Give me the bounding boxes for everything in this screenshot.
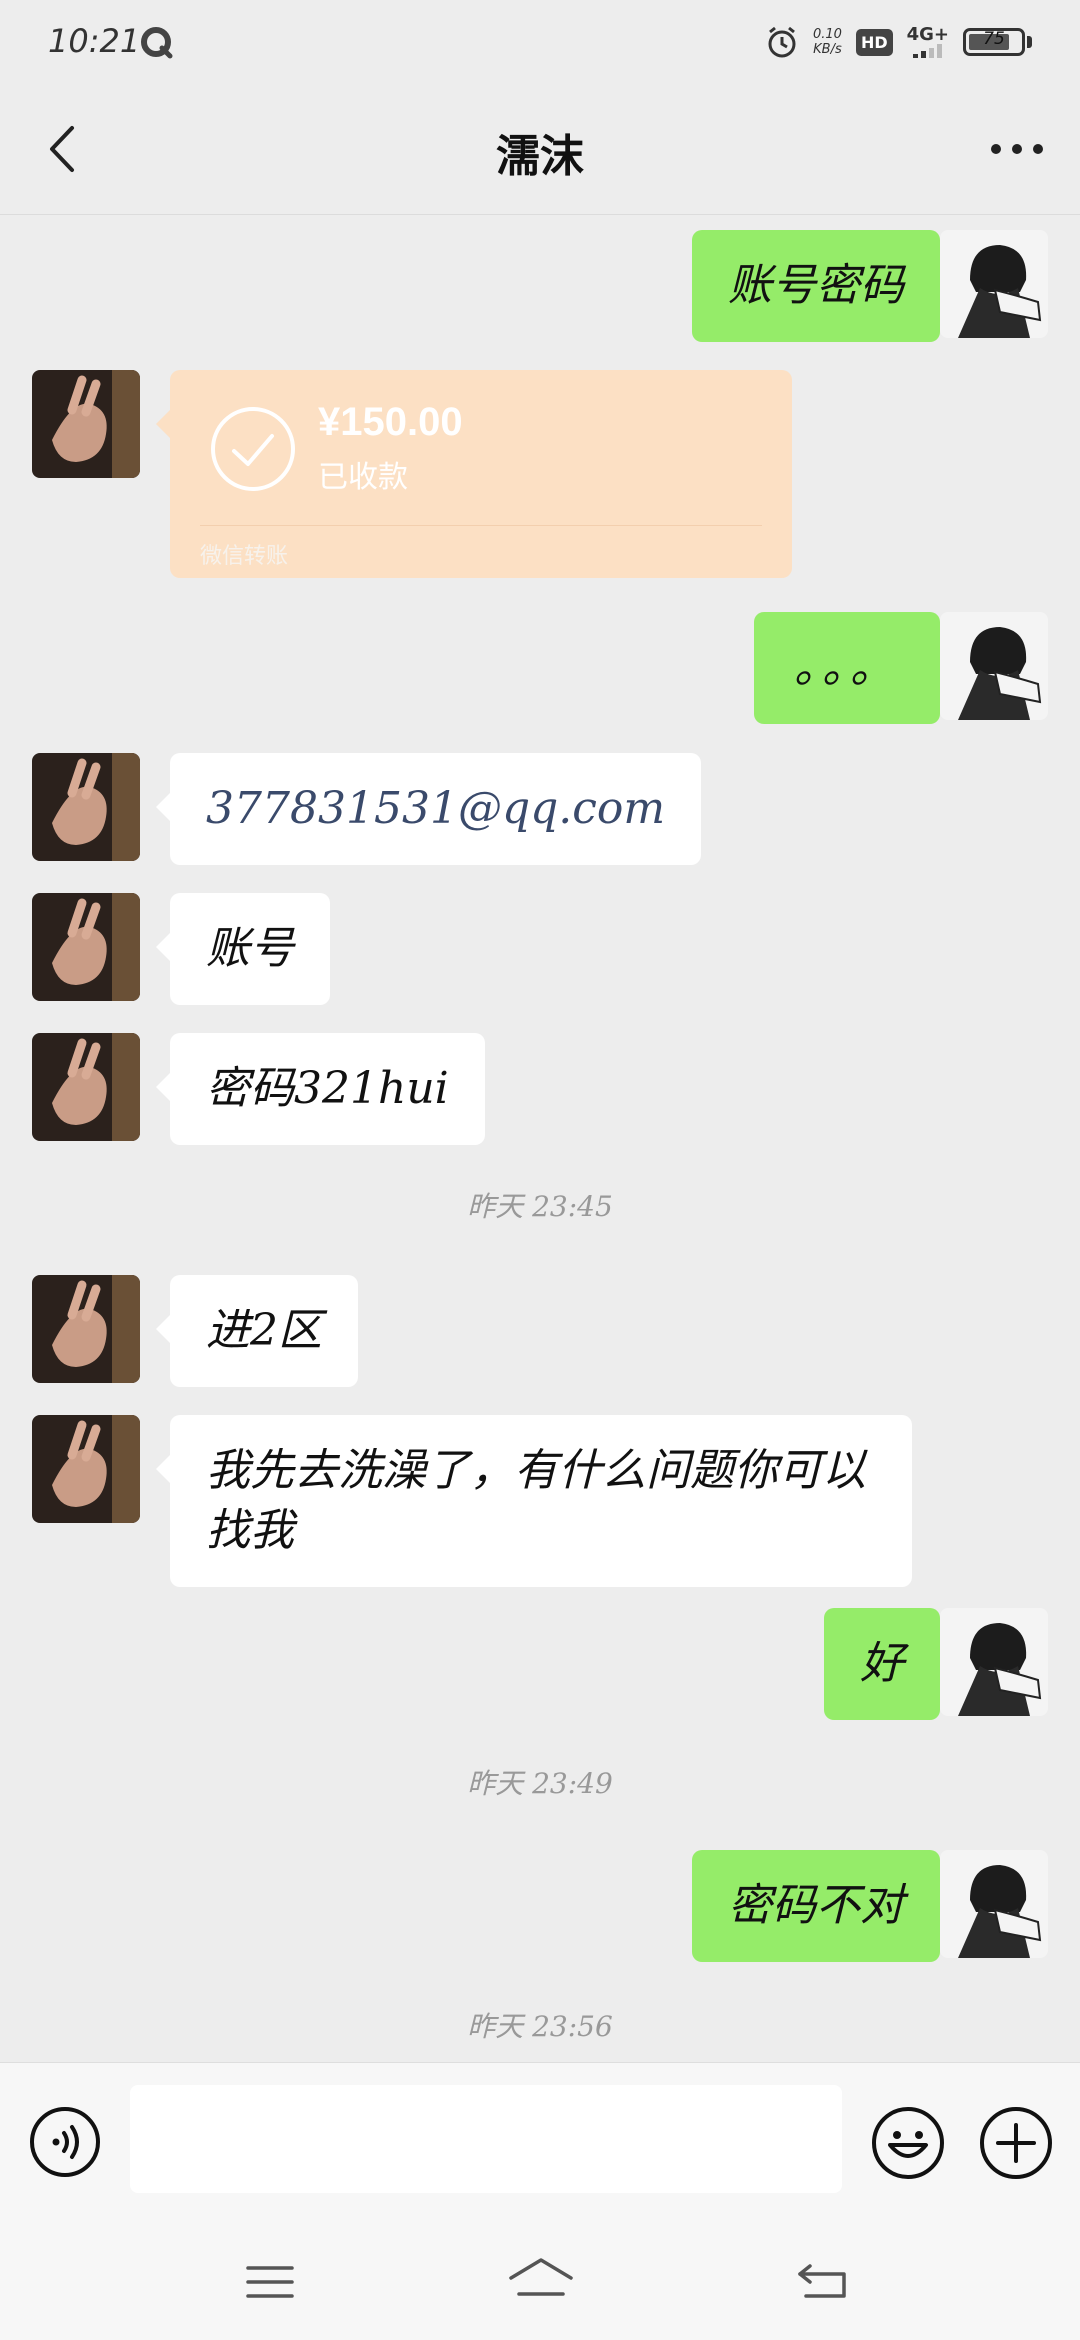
menu-icon[interactable]: [240, 2252, 300, 2312]
network-speed-value: 0.10: [812, 27, 842, 42]
system-nav-bar: [0, 2222, 1080, 2340]
back-icon[interactable]: [792, 2250, 854, 2310]
status-time: 10:21: [48, 22, 141, 60]
timestamp-label: 昨天 23:45: [467, 1190, 613, 1223]
hd-badge: HD: [855, 28, 893, 56]
contact-avatar[interactable]: [32, 893, 140, 1001]
contact-avatar[interactable]: [32, 1033, 140, 1141]
my-avatar[interactable]: [940, 230, 1048, 338]
message-bubble-outgoing[interactable]: 好: [824, 1608, 954, 1720]
network-type: 4G+: [906, 24, 949, 45]
transfer-amount: ¥150.00: [318, 400, 463, 444]
status-icons: 0.10 KB/s HD 4G+ 75: [765, 20, 1032, 64]
battery-level: 75: [983, 29, 1005, 49]
transfer-source: 微信转账: [200, 544, 289, 569]
network-speed: 0.10 KB/s: [813, 27, 842, 57]
check-circle-icon: [211, 407, 295, 491]
status-bar: 10:21 0.10 KB/s HD 4G+ 75: [0, 0, 1080, 84]
message-bubble-incoming[interactable]: 377831531@qq.com: [155, 753, 702, 865]
chat-title: 濡沫: [496, 131, 584, 182]
chat-header: 濡沫: [0, 84, 1080, 215]
more-icon[interactable]: [982, 114, 1052, 184]
timestamp-label: 昨天 23:49: [467, 1767, 613, 1800]
transfer-status: 已收款: [318, 460, 408, 495]
message-bubble-incoming[interactable]: 我先去洗澡了，有什么问题你可以找我: [156, 1415, 912, 1587]
emoji-icon[interactable]: [870, 2105, 946, 2181]
message-bubble-incoming[interactable]: 进2区: [156, 1275, 358, 1387]
my-avatar[interactable]: [940, 1850, 1048, 1958]
message-bubble-outgoing[interactable]: 。。。: [754, 612, 954, 724]
message-bubble-outgoing[interactable]: 密码不对: [692, 1850, 954, 1962]
my-avatar[interactable]: [940, 1608, 1048, 1716]
battery-cap: [1027, 36, 1032, 48]
plus-icon[interactable]: [978, 2105, 1054, 2181]
my-avatar[interactable]: [940, 612, 1048, 720]
message-bubble-incoming[interactable]: 账号: [156, 893, 330, 1005]
transfer-divider: [200, 525, 762, 526]
contact-avatar[interactable]: [32, 1415, 140, 1523]
message-list[interactable]: 账号密码 ¥150.00 已收款 微信转账 。。。 377831531@qq.c…: [0, 215, 1080, 2060]
message-bubble-outgoing[interactable]: 账号密码: [692, 230, 954, 342]
transfer-card[interactable]: ¥150.00 已收款 微信转账: [156, 370, 792, 578]
network-speed-unit: KB/s: [813, 42, 842, 57]
qq-icon: [141, 27, 173, 59]
signal-indicator: 4G+: [907, 26, 949, 58]
signal-bars-icon: [913, 44, 943, 58]
input-bar: [0, 2062, 1080, 2223]
message-input[interactable]: [130, 2085, 842, 2193]
contact-avatar[interactable]: [32, 1275, 140, 1383]
battery-icon: 75: [963, 28, 1025, 56]
voice-input-icon[interactable]: [28, 2105, 102, 2179]
message-bubble-incoming[interactable]: 密码321hui: [156, 1033, 485, 1145]
timestamp-label: 昨天 23:56: [467, 2010, 613, 2043]
home-icon[interactable]: [505, 2250, 577, 2310]
contact-avatar[interactable]: [32, 370, 140, 478]
contact-avatar[interactable]: [32, 753, 140, 861]
alarm-icon: [768, 26, 796, 58]
